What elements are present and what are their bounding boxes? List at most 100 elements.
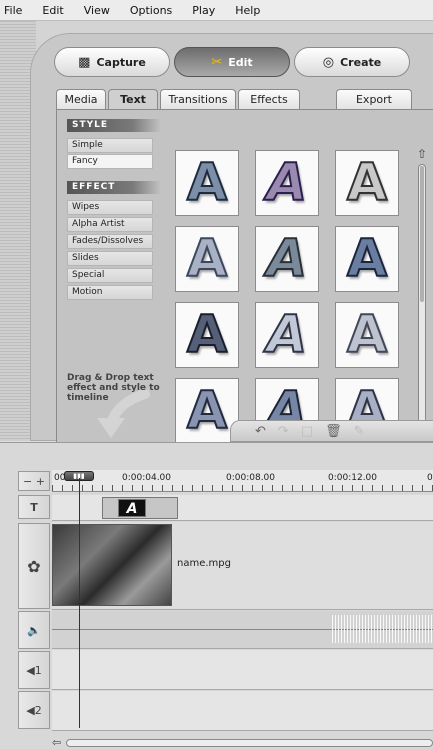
ruler-tick-4s: 0:00:04.00 xyxy=(122,473,172,483)
zoom-out-icon[interactable]: − xyxy=(23,475,32,488)
time-ruler[interactable]: 00.00 0:00:04.00 0:00:08.00 0:00:12.00 0 xyxy=(52,470,433,492)
text-style-glyph: A xyxy=(346,229,388,289)
tab-text[interactable]: Text xyxy=(108,89,158,109)
scissors-icon: ✂ xyxy=(211,54,223,70)
menu-bar: File Edit View Options Play Help xyxy=(0,0,433,21)
effect-item-motion[interactable]: Motion xyxy=(67,285,153,300)
menu-options[interactable]: Options xyxy=(130,4,172,17)
content-panel: STYLE Simple Fancy EFFECT Wipes Alpha Ar… xyxy=(56,109,433,449)
edit-label: Edit xyxy=(228,55,253,69)
menu-play[interactable]: Play xyxy=(192,4,215,17)
zoom-in-icon[interactable]: + xyxy=(36,475,45,488)
title-track-header[interactable]: T xyxy=(18,495,50,519)
capture-label: Capture xyxy=(96,55,146,69)
horizontal-scrollbar[interactable]: ⇦ xyxy=(48,737,433,749)
text-style-glyph: A xyxy=(266,153,308,213)
text-style-thumbnail[interactable]: A xyxy=(255,226,319,292)
speaker-1-icon: ◀1 xyxy=(26,663,42,677)
video-track[interactable]: name.mpg xyxy=(52,522,433,610)
text-style-glyph: A xyxy=(186,229,228,289)
menu-file[interactable]: File xyxy=(4,4,22,17)
tab-effects[interactable]: Effects xyxy=(238,89,300,109)
effect-item-wipes[interactable]: Wipes xyxy=(67,200,153,215)
horizontal-scroll-track[interactable] xyxy=(66,739,433,747)
audio-track-2-header[interactable]: ◀2 xyxy=(18,691,50,729)
text-style-glyph: A xyxy=(266,229,308,289)
menu-view[interactable]: View xyxy=(84,4,110,17)
style-header: STYLE xyxy=(67,119,161,132)
tab-effects-label: Effects xyxy=(250,93,288,106)
audio-track-1-label: 1 xyxy=(34,663,42,677)
capture-button[interactable]: ▩ Capture xyxy=(54,47,170,77)
scroll-left-icon[interactable]: ⇦ xyxy=(52,737,61,749)
menu-edit[interactable]: Edit xyxy=(42,4,63,17)
ruler-tick-12s: 0:00:12.00 xyxy=(328,473,378,483)
audio-track-1[interactable] xyxy=(52,650,433,690)
text-style-thumbnail[interactable]: A xyxy=(175,226,239,292)
edit-button[interactable]: ✂ Edit xyxy=(174,47,290,77)
scroll-up-icon[interactable]: ⇧ xyxy=(416,148,428,160)
video-clip-name: name.mpg xyxy=(177,558,231,569)
playhead-line xyxy=(79,478,80,728)
effect-header: EFFECT xyxy=(67,181,161,194)
video-track-header[interactable]: ✿ xyxy=(18,523,50,609)
split-icon[interactable]: □ xyxy=(301,424,313,439)
audio-waveform xyxy=(332,615,432,643)
effect-item-slides[interactable]: Slides xyxy=(67,251,153,266)
trash-icon[interactable]: 🗑 xyxy=(325,424,342,439)
ruler-tick-next: 0 xyxy=(427,473,433,483)
audio-track-2-label: 2 xyxy=(34,703,42,717)
curved-arrow-icon xyxy=(97,390,150,438)
timeline-toolbar: ↶ ↷ □ 🗑 ✎ xyxy=(230,420,433,442)
speaker-icon: 🔈 xyxy=(27,623,41,637)
tab-text-label: Text xyxy=(120,93,146,106)
speaker-2-icon: ◀2 xyxy=(26,703,42,717)
title-clip-glyph: A xyxy=(118,499,146,517)
text-style-glyph: A xyxy=(346,153,388,213)
audio-track-2[interactable] xyxy=(52,691,433,731)
camera-icon: ▩ xyxy=(78,54,91,70)
undo-icon[interactable]: ↶ xyxy=(255,424,266,439)
pencil-icon[interactable]: ✎ xyxy=(354,424,365,439)
title-track[interactable]: A xyxy=(52,495,433,521)
tab-bar: Media Text Transitions Effects Export xyxy=(56,89,433,109)
text-style-thumbnail[interactable]: A xyxy=(335,302,399,368)
sound-track[interactable] xyxy=(52,611,433,649)
redo-icon[interactable]: ↷ xyxy=(278,424,289,439)
ruler-ticks xyxy=(52,485,433,491)
text-style-glyph: A xyxy=(186,381,228,441)
text-style-thumbnail[interactable]: A xyxy=(255,150,319,216)
create-button[interactable]: ◎ Create xyxy=(294,47,410,77)
zoom-control[interactable]: − + xyxy=(18,471,50,491)
ruler-tick-8s: 0:00:08.00 xyxy=(226,473,276,483)
audio-track-1-header[interactable]: ◀1 xyxy=(18,651,50,689)
tab-transitions[interactable]: Transitions xyxy=(160,89,236,109)
style-item-fancy[interactable]: Fancy xyxy=(67,154,153,169)
video-clip-thumbnail[interactable] xyxy=(52,524,172,606)
tab-media[interactable]: Media xyxy=(56,89,106,109)
vertical-scrollbar[interactable]: ⇧ ⇩ xyxy=(416,148,428,448)
effect-item-special[interactable]: Special xyxy=(67,268,153,283)
scroll-thumb[interactable] xyxy=(420,166,424,302)
scroll-track[interactable] xyxy=(418,164,426,434)
title-clip[interactable]: A xyxy=(102,497,178,519)
text-style-thumbnail[interactable]: A xyxy=(255,302,319,368)
tab-export[interactable]: Export xyxy=(336,89,412,109)
disc-icon: ◎ xyxy=(322,54,335,70)
film-reel-icon: ✿ xyxy=(27,556,41,576)
menu-help[interactable]: Help xyxy=(235,4,260,17)
text-style-glyph: A xyxy=(346,305,388,365)
style-item-simple[interactable]: Simple xyxy=(67,138,153,153)
effect-item-fades-dissolves[interactable]: Fades/Dissolves xyxy=(67,234,153,249)
tab-media-label: Media xyxy=(64,93,98,106)
timeline: − + T ✿ 🔈 ◀1 ◀2 00.00 0:00:04.00 0:00:08… xyxy=(0,442,433,749)
text-style-thumbnail[interactable]: A xyxy=(175,150,239,216)
text-style-thumbnail[interactable]: A xyxy=(335,150,399,216)
upper-area: ▩ Capture ✂ Edit ◎ Create Media Text Tra… xyxy=(0,21,433,449)
title-track-icon: T xyxy=(30,500,38,514)
effect-item-alpha-artist[interactable]: Alpha Artist xyxy=(67,217,153,232)
tab-transitions-label: Transitions xyxy=(168,93,228,106)
text-style-thumbnail[interactable]: A xyxy=(175,302,239,368)
sound-track-header[interactable]: 🔈 xyxy=(18,611,50,649)
text-style-thumbnail[interactable]: A xyxy=(335,226,399,292)
